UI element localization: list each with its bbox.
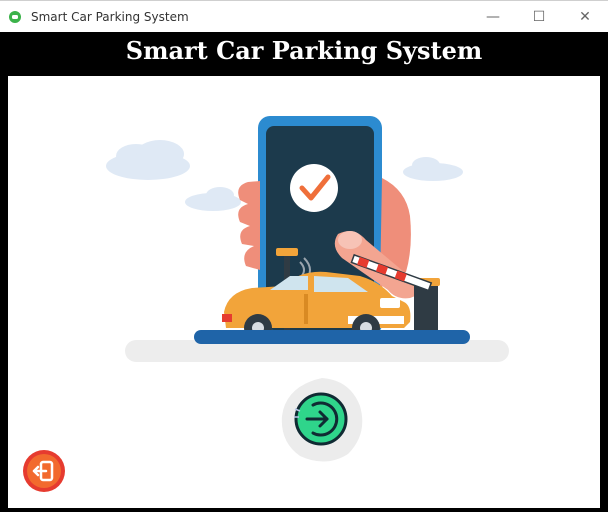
page-title: Smart Car Parking System (125, 36, 483, 65)
app-window: Smart Car Parking System — ☐ ✕ Smart Car… (0, 0, 608, 512)
exit-button[interactable] (22, 449, 66, 493)
main-content (8, 76, 600, 508)
close-button[interactable]: ✕ (562, 1, 608, 33)
cloud-mid (185, 187, 241, 211)
cloud-left (106, 140, 190, 180)
maximize-button[interactable]: ☐ (516, 1, 562, 33)
minimize-button[interactable]: — (470, 1, 516, 33)
road-bar (194, 330, 470, 344)
app-header: Smart Car Parking System (0, 32, 608, 76)
cloud-right (403, 157, 463, 181)
android-icon (9, 11, 21, 23)
enter-button[interactable] (293, 391, 349, 447)
window-title: Smart Car Parking System (31, 10, 189, 24)
check-circle (290, 164, 338, 212)
hand (238, 181, 260, 270)
title-bar: Smart Car Parking System — ☐ ✕ (0, 0, 608, 32)
